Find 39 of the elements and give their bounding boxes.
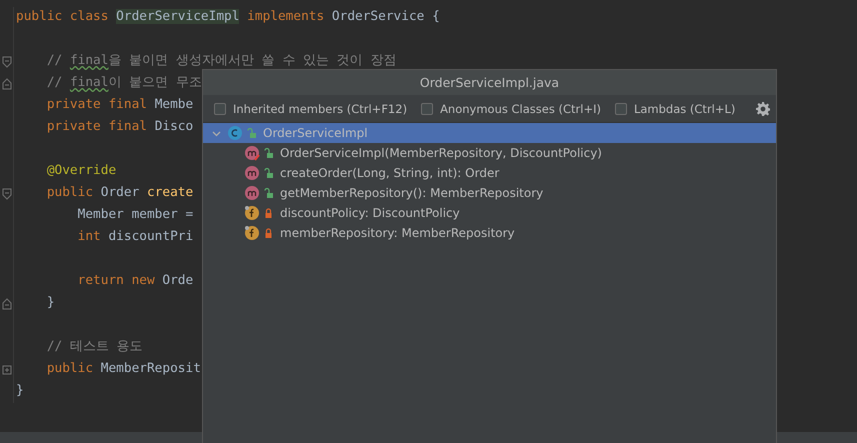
code-line: } xyxy=(16,383,24,400)
expand-icon[interactable] xyxy=(2,364,12,376)
tree-item[interactable]: discountPolicy: DiscountPolicy xyxy=(280,206,460,220)
code-line: @Override xyxy=(46,163,116,180)
code-line: // 테스트 용도 xyxy=(46,338,143,356)
method-icon xyxy=(244,145,260,161)
code-line: public MemberReposit xyxy=(46,361,201,378)
popup-title: OrderServiceImpl.java xyxy=(203,70,776,95)
checkbox[interactable] xyxy=(214,102,226,114)
tree-item[interactable]: createOrder(Long, String, int): Order xyxy=(280,166,500,180)
field-icon xyxy=(244,205,260,221)
code-line: int discountPri xyxy=(76,229,194,246)
tree-item[interactable]: OrderServiceImpl(MemberRepository, DiscountPolicy) xyxy=(280,146,602,160)
checkbox-label[interactable]: Lambdas (Ctrl+L) xyxy=(634,102,736,116)
code-line: // final을 붙이면 생성자에서만 쓸 수 있는 것이 장점 xyxy=(46,52,396,70)
checkbox[interactable] xyxy=(421,102,434,114)
fold-icon[interactable] xyxy=(2,298,12,310)
code-line: // final이 붙으면 무조 xyxy=(46,74,202,92)
method-icon xyxy=(244,185,260,201)
checkbox-label[interactable]: Inherited members (Ctrl+F12) xyxy=(233,102,408,116)
code-line: public Order create xyxy=(46,185,194,202)
tree-item[interactable]: memberRepository: MemberRepository xyxy=(280,226,515,240)
code-line: private final Membe xyxy=(46,97,194,114)
checkbox-label[interactable]: Anonymous Classes (Ctrl+I) xyxy=(440,102,601,116)
field-icon xyxy=(244,225,260,241)
code-line: public class OrderServiceImpl implements OrderService { xyxy=(16,9,440,26)
code-line: return new Orde xyxy=(76,273,194,290)
fold-icon[interactable] xyxy=(2,188,12,200)
fold-icon[interactable] xyxy=(2,78,12,90)
code-line: } xyxy=(46,295,55,312)
settings-icon[interactable] xyxy=(756,102,770,116)
fold-icon[interactable] xyxy=(2,56,12,68)
code-line: private final Disco xyxy=(46,119,194,136)
tree-item[interactable]: getMemberRepository(): MemberRepository xyxy=(280,186,544,200)
class-icon xyxy=(227,125,243,141)
checkbox[interactable] xyxy=(614,102,627,114)
chevron-down-icon[interactable] xyxy=(212,128,220,138)
method-icon xyxy=(244,165,260,181)
code-line: Member member = xyxy=(76,207,194,224)
